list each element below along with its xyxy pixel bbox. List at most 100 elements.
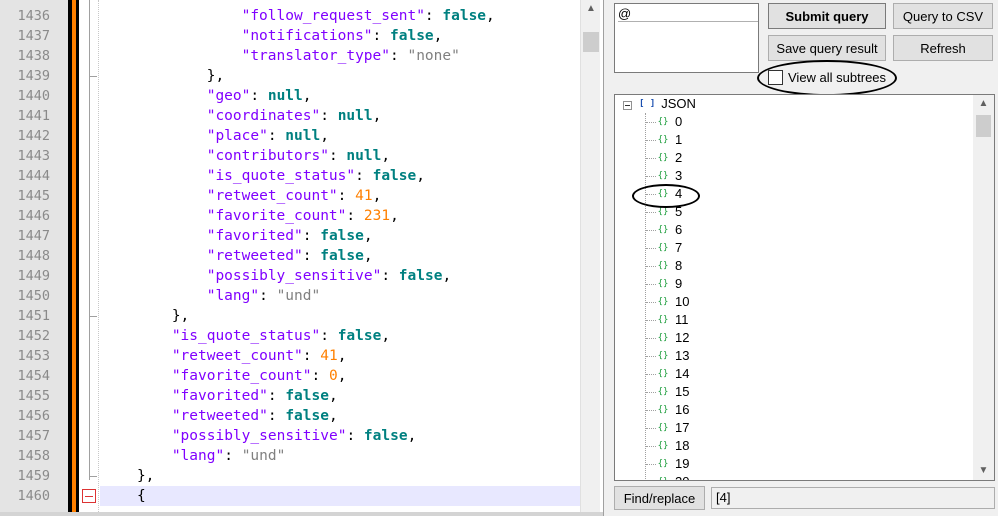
tree-node-label: 11: [675, 312, 689, 327]
code-token: "retweeted": [206, 248, 303, 264]
query-to-csv-button[interactable]: Query to CSV: [893, 3, 993, 29]
code-line[interactable]: "contributors": null,: [100, 146, 390, 166]
scroll-thumb[interactable]: [976, 115, 991, 137]
code-line[interactable]: "retweeted": false,: [100, 246, 373, 266]
tree-guide-line: [646, 356, 656, 357]
scroll-down-arrow-icon[interactable]: ▼: [973, 462, 994, 480]
scroll-thumb[interactable]: [583, 32, 599, 52]
tree-guide-line: [646, 410, 656, 411]
refresh-button[interactable]: Refresh: [893, 35, 993, 61]
object-icon: {}: [657, 297, 669, 307]
submit-query-button[interactable]: Submit query: [768, 3, 886, 29]
code-line[interactable]: "geo": null,: [100, 86, 312, 106]
object-icon: {}: [657, 225, 669, 235]
tree-node[interactable]: {} 2: [657, 149, 683, 167]
tree-node-label: 10: [675, 294, 690, 309]
code-line[interactable]: "favorited": false,: [100, 226, 373, 246]
tree-vertical-scrollbar[interactable]: ▲ ▼: [973, 95, 994, 480]
code-token: false: [390, 28, 434, 44]
tree-root-node[interactable]: [ ] JSON: [639, 95, 696, 113]
code-token: "favorite_count": [206, 208, 347, 224]
code-line[interactable]: "translator_type": "none": [100, 46, 460, 66]
tree-node[interactable]: {} 7: [657, 239, 683, 257]
code-line[interactable]: "favorite_count": 231,: [100, 206, 399, 226]
code-token: ,: [390, 208, 399, 224]
editor-vertical-scrollbar[interactable]: ▲: [580, 0, 600, 512]
tree-node[interactable]: {} 9: [657, 275, 683, 293]
tree-guide-line: [646, 374, 656, 375]
tree-guide-line: [646, 428, 656, 429]
code-line[interactable]: "place": null,: [100, 126, 329, 146]
code-line[interactable]: "lang": "und": [100, 446, 286, 466]
tree-guide-line: [646, 338, 656, 339]
code-line[interactable]: "coordinates": null,: [100, 106, 382, 126]
tree-node[interactable]: {} 8: [657, 257, 683, 275]
code-token: :: [381, 268, 399, 284]
tree-node[interactable]: {} 19: [657, 455, 690, 473]
query-input[interactable]: @: [614, 3, 759, 73]
code-token: :: [346, 208, 364, 224]
code-line[interactable]: "retweet_count": 41,: [100, 186, 382, 206]
code-line[interactable]: "possibly_sensitive": false,: [100, 426, 416, 446]
fold-collapse-icon[interactable]: [82, 489, 96, 503]
tree-node-label: 6: [675, 222, 683, 237]
line-number: 1455: [17, 388, 50, 404]
tree-node[interactable]: {} 15: [657, 383, 690, 401]
object-icon: {}: [657, 387, 669, 397]
tree-guide-line: [646, 140, 656, 141]
tree-guide-line: [646, 392, 656, 393]
current-code-line[interactable]: {: [100, 486, 580, 506]
scroll-up-arrow-icon[interactable]: ▲: [973, 95, 994, 113]
tree-node[interactable]: {} 13: [657, 347, 690, 365]
code-line[interactable]: "follow_request_sent": false,: [100, 6, 495, 26]
code-line[interactable]: "is_quote_status": false,: [100, 326, 390, 346]
code-token: "lang": [171, 448, 225, 464]
code-token: "retweeted": [171, 408, 268, 424]
tree-node[interactable]: {} 17: [657, 419, 690, 437]
code-token: null: [337, 108, 373, 124]
code-line[interactable]: },: [100, 466, 154, 486]
code-line[interactable]: "is_quote_status": false,: [100, 166, 425, 186]
code-line[interactable]: "possibly_sensitive": false,: [100, 266, 451, 286]
tree-node[interactable]: {} 12: [657, 329, 690, 347]
tree-node[interactable]: {} 0: [657, 113, 683, 131]
code-token: "coordinates": [206, 108, 321, 124]
code-token: "und": [276, 288, 321, 304]
code-line[interactable]: "favorited": false,: [100, 386, 338, 406]
code-line[interactable]: "lang": "und": [100, 286, 321, 306]
tree-node[interactable]: {} 6: [657, 221, 683, 239]
code-line[interactable]: "retweeted": false,: [100, 406, 338, 426]
code-area[interactable]: "follow_request_sent": false, "notificati…: [100, 0, 580, 512]
code-line[interactable]: "notifications": false,: [100, 26, 443, 46]
collapse-icon[interactable]: [623, 101, 632, 110]
tree-node[interactable]: {} 18: [657, 437, 690, 455]
tree-node[interactable]: {} 20: [657, 473, 690, 480]
tree-guide-line: [646, 248, 656, 249]
code-editor[interactable]: 1436 1437 1438 1439 1440 1441 1442 1443 1444 1445…: [0, 0, 603, 512]
line-number: 1436: [17, 8, 50, 24]
tree-guide-line: [646, 302, 656, 303]
line-number: 1451: [17, 308, 50, 324]
tree-node[interactable]: {} 3: [657, 167, 683, 185]
code-token: "retweet_count": [206, 188, 338, 204]
code-line[interactable]: "favorite_count": 0,: [100, 366, 347, 386]
code-line[interactable]: "retweet_count": 41,: [100, 346, 347, 366]
object-icon: {}: [657, 279, 669, 289]
code-token: false: [363, 428, 408, 444]
save-query-result-button[interactable]: Save query result: [768, 35, 886, 61]
json-tree-view[interactable]: [ ] JSON {} 0{} 1{} 2{} 3{} 4{} 5{} 6{} 7{} 8{} 9{…: [614, 94, 995, 481]
tree-node[interactable]: {} 1: [657, 131, 683, 149]
code-line[interactable]: },: [100, 66, 224, 86]
object-icon: {}: [657, 333, 669, 343]
tree-node[interactable]: {} 10: [657, 293, 690, 311]
tree-node[interactable]: {} 16: [657, 401, 690, 419]
tree-node-label: 0: [675, 114, 683, 129]
code-token: ,: [442, 268, 452, 284]
find-replace-button[interactable]: Find/replace: [614, 486, 705, 510]
tree-node[interactable]: {} 11: [657, 311, 689, 329]
panel-splitter[interactable]: [603, 0, 611, 516]
code-line[interactable]: },: [100, 306, 189, 326]
tree-node[interactable]: {} 14: [657, 365, 690, 383]
tree-guide-line: [646, 320, 656, 321]
scroll-up-arrow-icon[interactable]: ▲: [581, 0, 601, 18]
